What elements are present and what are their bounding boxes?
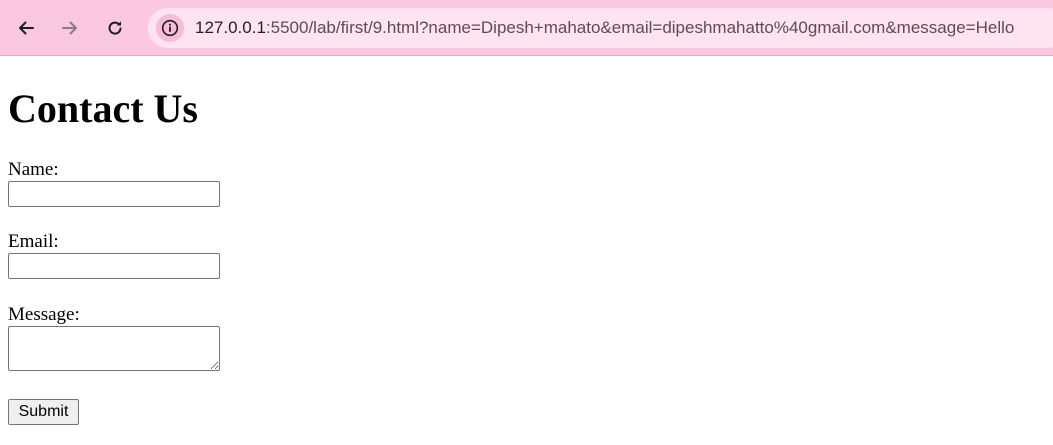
name-field[interactable]: [8, 181, 220, 207]
url-host: 127.0.0.1: [195, 18, 266, 37]
reload-icon: [108, 21, 122, 35]
submit-button[interactable]: Submit: [8, 399, 79, 425]
page-title: Contact Us: [8, 86, 198, 131]
arrow-left-icon: [19, 21, 34, 35]
arrow-right-icon: [62, 21, 77, 35]
browser-toolbar: 127.0.0.1:5500/lab/first/9.html?name=Dip…: [0, 0, 1053, 56]
reload-button[interactable]: [99, 12, 131, 44]
name-label: Name:: [8, 159, 59, 180]
site-info-button[interactable]: [156, 14, 184, 42]
message-field[interactable]: [8, 326, 220, 371]
email-label: Email:: [8, 231, 59, 252]
url-path: :5500/lab/first/9.html?name=Dipesh+mahat…: [265, 18, 1015, 37]
message-label: Message:: [8, 304, 80, 325]
email-field[interactable]: [8, 253, 220, 279]
info-icon: [161, 19, 179, 37]
url-text[interactable]: 127.0.0.1:5500/lab/first/9.html?name=Dip…: [195, 17, 1014, 39]
forward-button[interactable]: [54, 12, 86, 44]
address-bar[interactable]: 127.0.0.1:5500/lab/first/9.html?name=Dip…: [148, 8, 1053, 48]
back-button[interactable]: [10, 12, 42, 44]
